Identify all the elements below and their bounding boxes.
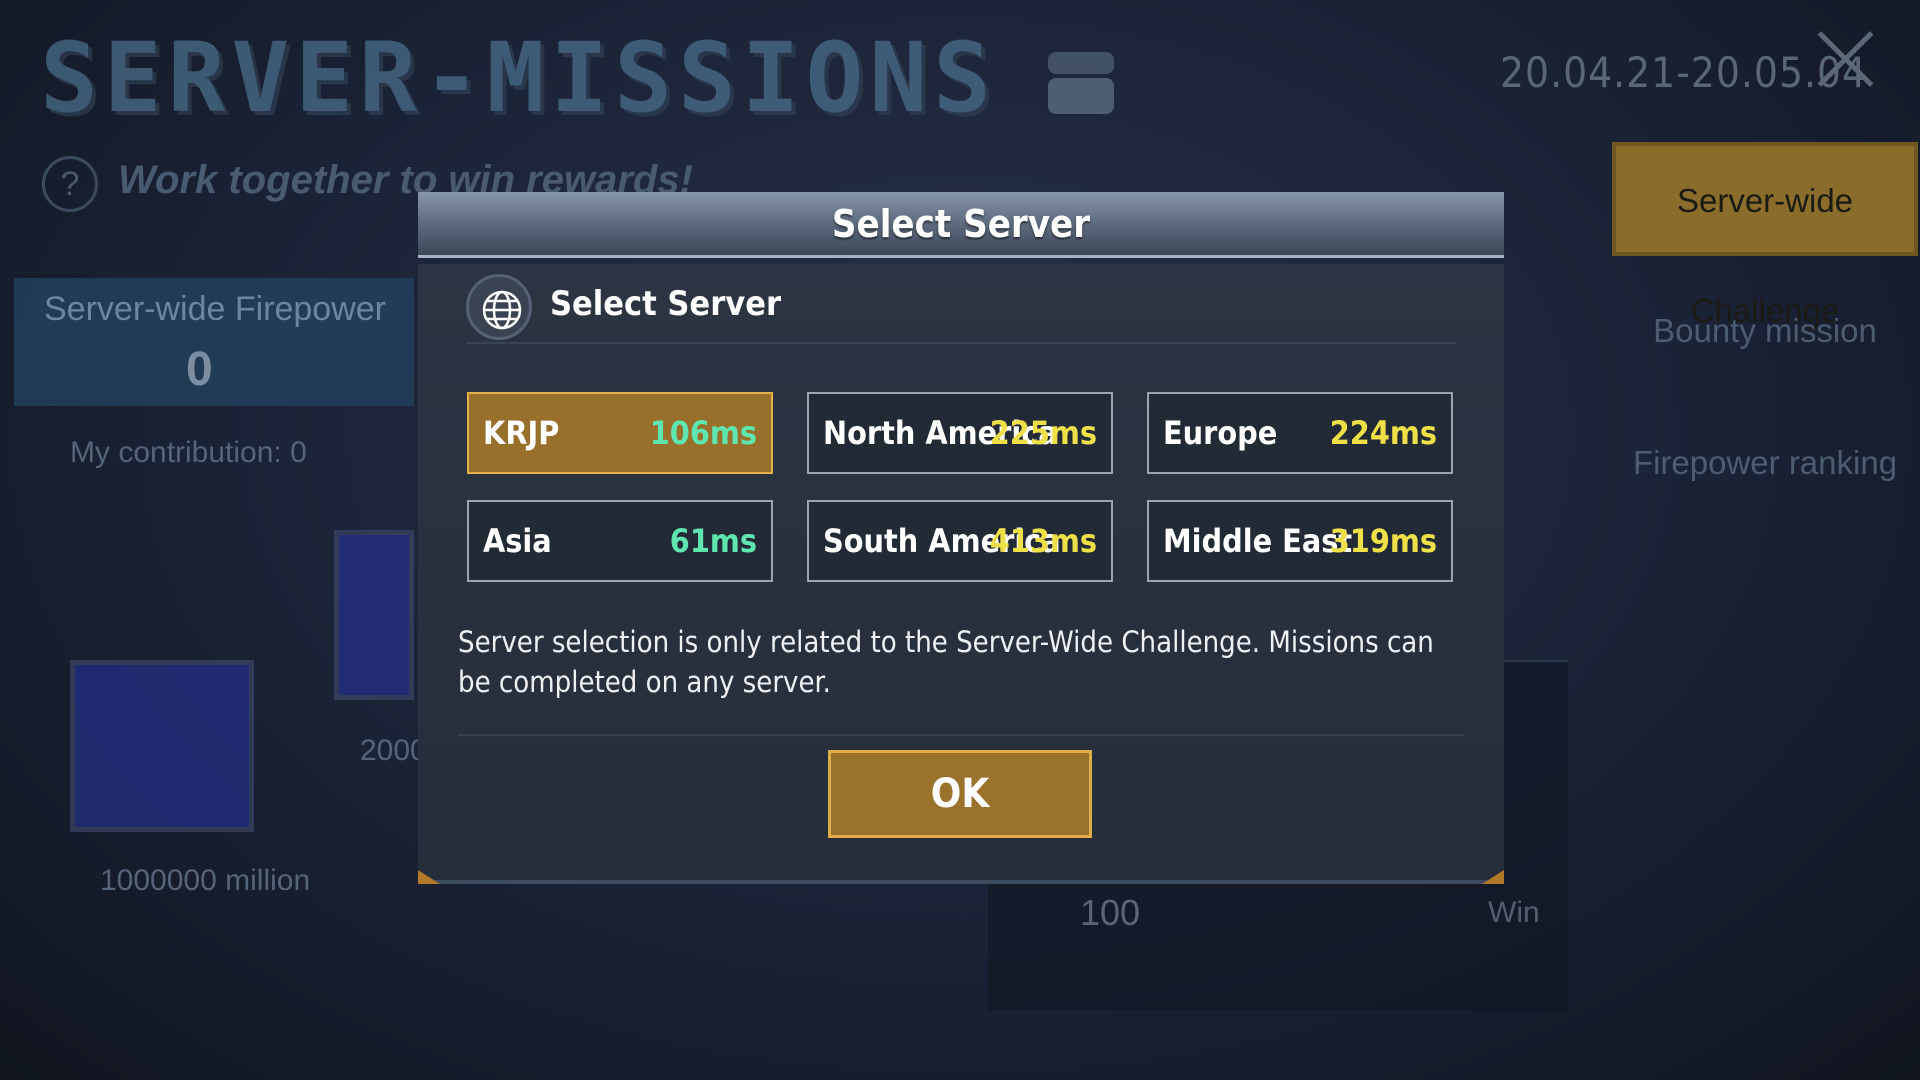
server-option-north-america[interactable]: North America 225ms <box>807 392 1113 474</box>
server-option-asia[interactable]: Asia 61ms <box>467 500 773 582</box>
event-title: SERVER-MISSIONS <box>40 22 997 134</box>
firepower-value: 0 <box>186 343 213 396</box>
dialog-subheader: Select Server <box>466 270 1456 344</box>
server-name: KRJP <box>483 414 560 452</box>
globe-icon <box>466 274 532 340</box>
server-name: Europe <box>1163 414 1278 452</box>
cake-icon <box>1048 38 1114 116</box>
dialog-title: Select Server <box>831 202 1091 246</box>
reward-crate[interactable] <box>334 530 414 700</box>
task-points: 100 <box>1080 892 1141 933</box>
game-screen: SERVER-MISSIONS 20.04.21-20.05.04 ? Work… <box>0 0 1920 1080</box>
server-option-south-america[interactable]: South America 413ms <box>807 500 1113 582</box>
event-date-range: 20.04.21-20.05.04 <box>1500 48 1868 97</box>
tab-bounty-mission[interactable]: Bounty mission <box>1612 276 1918 386</box>
corner-accent <box>418 870 440 884</box>
tab-firepower-ranking[interactable]: Firepower ranking <box>1612 408 1918 518</box>
server-grid: KRJP 106ms North America 225ms Europe 224ms As… <box>467 392 1457 586</box>
ok-button-label: OK <box>930 771 990 817</box>
dialog-body: Select Server KRJP 106ms North America 225m… <box>418 264 1504 884</box>
tab-server-wide-challenge[interactable]: Server-wide Challenge <box>1612 142 1918 329</box>
server-ping: 61ms <box>669 522 757 560</box>
firepower-title: Server-wide Firepower <box>44 290 386 328</box>
dialog-subtitle: Select Server <box>550 284 782 324</box>
ok-button[interactable]: OK <box>828 750 1092 838</box>
close-icon[interactable] <box>1815 28 1877 90</box>
server-selection-note: Server selection is only related to the … <box>458 625 1434 699</box>
server-ping: 106ms <box>649 414 757 452</box>
server-ping: 224ms <box>1329 414 1437 452</box>
server-option-europe[interactable]: Europe 224ms <box>1147 392 1453 474</box>
server-name: Middle East <box>1163 522 1353 560</box>
help-icon[interactable]: ? <box>42 156 98 212</box>
dialog-header: Select Server <box>418 192 1504 258</box>
my-contribution[interactable]: My contribution: 0 <box>70 436 307 470</box>
server-option-krjp[interactable]: KRJP 106ms <box>467 392 773 474</box>
server-option-middle-east[interactable]: Middle East 319ms <box>1147 500 1453 582</box>
server-name: Asia <box>483 522 552 560</box>
reward-amount: 1000000 million <box>100 864 311 897</box>
corner-accent <box>1482 870 1504 884</box>
server-ping: 319ms <box>1329 522 1437 560</box>
server-ping: 413ms <box>989 522 1097 560</box>
server-ping: 225ms <box>989 414 1097 452</box>
task-label: Win <box>1488 896 1540 929</box>
divider <box>458 734 1464 736</box>
reward-crate[interactable] <box>70 660 254 832</box>
select-server-dialog: Select Server Select Server KRJP 106ms Nor… <box>418 192 1504 884</box>
